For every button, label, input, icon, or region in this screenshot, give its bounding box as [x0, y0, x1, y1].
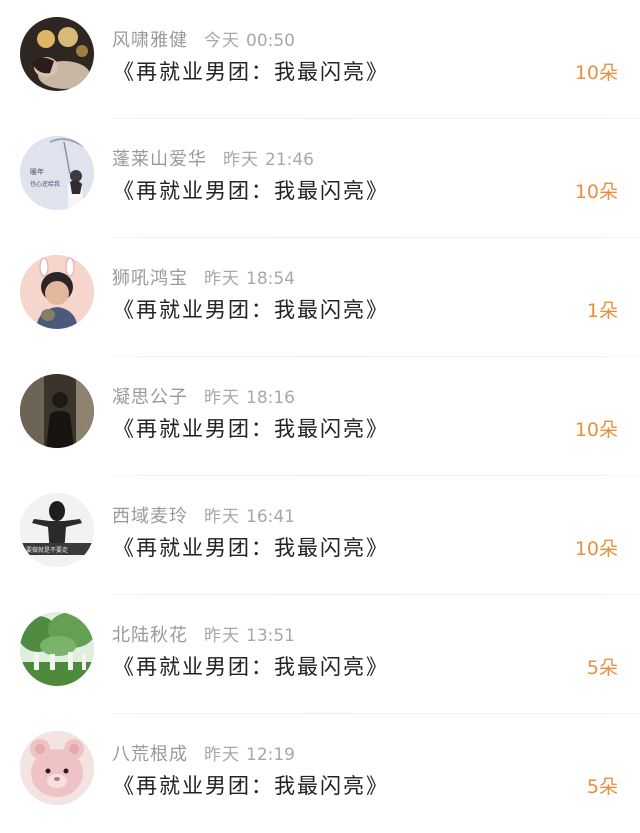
flower-count: 1朵 [586, 300, 618, 322]
message-time: 16:41 [246, 507, 295, 527]
message-day: 昨天 [204, 507, 240, 527]
flower-count: 10朵 [574, 181, 618, 203]
sender-name[interactable]: 八荒根成 [112, 744, 188, 765]
message-text: 《再就业男团：我最闪亮》 [113, 536, 389, 560]
message-time: 00:50 [246, 31, 295, 51]
message-day: 昨天 [204, 388, 240, 408]
message-text: 《再就业男团：我最闪亮》 [113, 417, 389, 441]
flower-count: 10朵 [574, 538, 618, 560]
avatar[interactable] [20, 612, 94, 686]
avatar-caption-text: 也心还给我 [30, 180, 60, 188]
message-day: 昨天 [204, 626, 240, 646]
flower-count: 10朵 [574, 62, 618, 84]
message-text: 《再就业男团：我最闪亮》 [113, 60, 389, 84]
list-item[interactable]: 八荒根成 昨天 12:19 《再就业男团：我最闪亮》 5朵 [0, 714, 640, 833]
avatar-caption-text: 要做就是不要走 [26, 546, 68, 554]
message-meta: 凝思公子 昨天 18:16 [112, 383, 295, 408]
avatar-pink-teddy-bear-icon [20, 731, 94, 805]
flower-count: 10朵 [574, 419, 618, 441]
message-meta: 北陆秋花 昨天 13:51 [112, 621, 295, 646]
message-meta: 八荒根成 昨天 12:19 [112, 740, 295, 765]
message-meta: 狮吼鸿宝 昨天 18:54 [112, 264, 295, 289]
flower-count: 5朵 [586, 657, 618, 679]
message-time: 13:51 [246, 626, 295, 646]
list-item[interactable]: 风啸雅健 今天 00:50 《再就业男团：我最闪亮》 10朵 [0, 0, 640, 119]
avatar[interactable]: 暖年 也心还给我 [20, 136, 94, 210]
message-time: 18:16 [246, 388, 295, 408]
message-text: 《再就业男团：我最闪亮》 [113, 655, 389, 679]
message-meta: 风啸雅健 今天 00:50 [112, 26, 295, 51]
message-text: 《再就业男团：我最闪亮》 [113, 774, 389, 798]
message-text: 《再就业男团：我最闪亮》 [113, 179, 389, 203]
sender-name[interactable]: 蓬莱山爱华 [112, 149, 207, 170]
message-meta: 西域麦玲 昨天 16:41 [112, 502, 295, 527]
message-day: 昨天 [223, 150, 259, 170]
avatar-boy-bunny-ears-icon [20, 255, 94, 329]
sender-name[interactable]: 北陆秋花 [112, 625, 188, 646]
avatar-caption-text: 暖年 [30, 167, 44, 176]
message-time: 18:54 [246, 269, 295, 289]
message-time: 21:46 [265, 150, 314, 170]
avatar-man-dark-icon [20, 374, 94, 448]
avatar-woman-bw-icon: 要做就是不要走 [20, 493, 94, 567]
avatar-park-trees-icon [20, 612, 94, 686]
sender-name[interactable]: 狮吼鸿宝 [112, 268, 188, 289]
list-item[interactable]: 狮吼鸿宝 昨天 18:54 《再就业男团：我最闪亮》 1朵 [0, 238, 640, 357]
list-item[interactable]: 北陆秋花 昨天 13:51 《再就业男团：我最闪亮》 5朵 [0, 595, 640, 714]
sender-name[interactable]: 西域麦玲 [112, 506, 188, 527]
avatar[interactable] [20, 374, 94, 448]
message-day: 昨天 [204, 745, 240, 765]
avatar-girl-umbrella-icon: 暖年 也心还给我 [20, 136, 94, 210]
avatar[interactable]: 要做就是不要走 [20, 493, 94, 567]
flower-count: 5朵 [586, 776, 618, 798]
sender-name[interactable]: 凝思公子 [112, 387, 188, 408]
message-day: 昨天 [204, 269, 240, 289]
list-item[interactable]: 暖年 也心还给我 蓬莱山爱华 昨天 21:46 《再就业男团：我最闪亮》 10朵 [0, 119, 640, 238]
message-meta: 蓬莱山爱华 昨天 21:46 [112, 145, 314, 170]
message-list: 风啸雅健 今天 00:50 《再就业男团：我最闪亮》 10朵 暖年 也心还给我 蓬莱… [0, 0, 640, 833]
avatar[interactable] [20, 731, 94, 805]
avatar-woman-bokeh-icon [20, 17, 94, 91]
message-time: 12:19 [246, 745, 295, 765]
sender-name[interactable]: 风啸雅健 [112, 30, 188, 51]
message-day: 今天 [204, 31, 240, 51]
list-item[interactable]: 凝思公子 昨天 18:16 《再就业男团：我最闪亮》 10朵 [0, 357, 640, 476]
message-text: 《再就业男团：我最闪亮》 [113, 298, 389, 322]
avatar[interactable] [20, 255, 94, 329]
avatar[interactable] [20, 17, 94, 91]
list-item[interactable]: 要做就是不要走 西域麦玲 昨天 16:41 《再就业男团：我最闪亮》 10朵 [0, 476, 640, 595]
